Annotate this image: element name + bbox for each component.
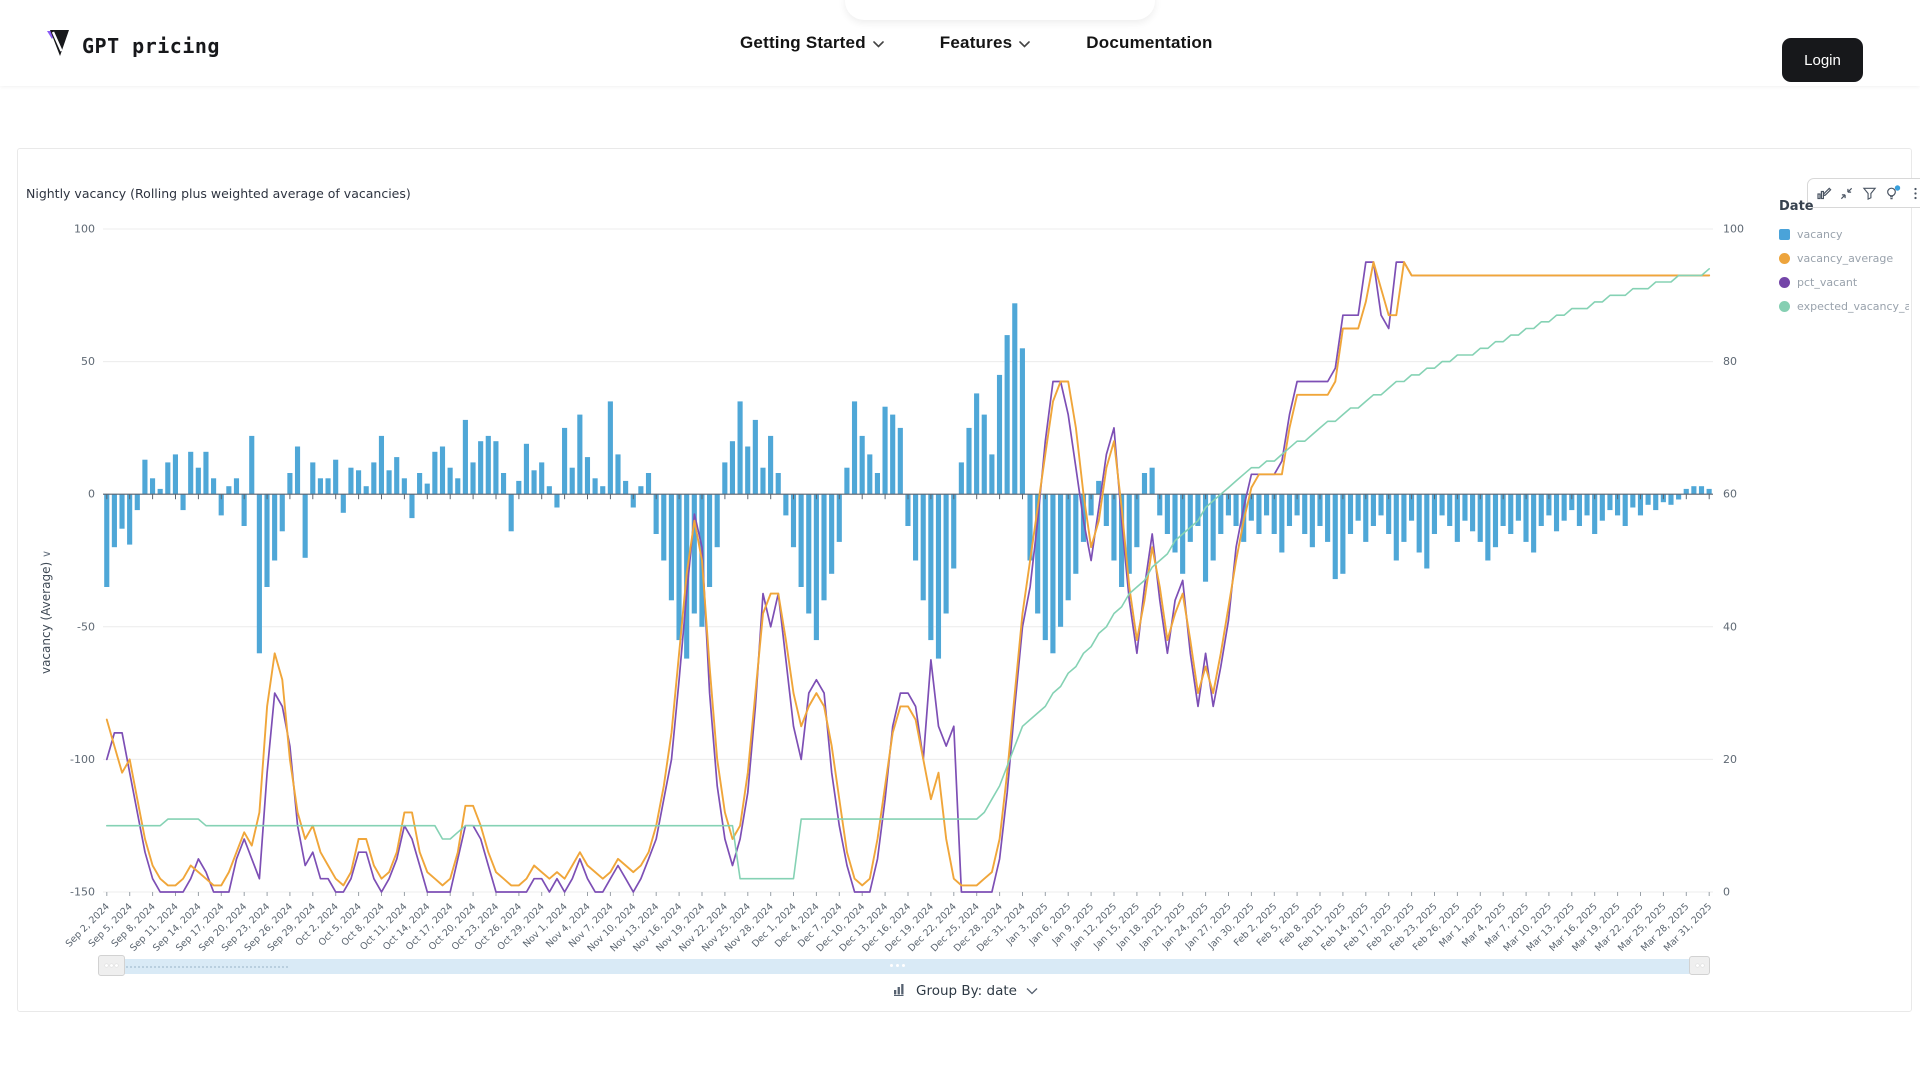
- svg-text:20: 20: [1723, 753, 1737, 766]
- vacancy-chart[interactable]: 100 50 0 -50 -100 -150 100 80 60 40 20 0 Sep 2, 2024…: [18, 149, 1913, 1013]
- axis-ticks: [107, 494, 1709, 499]
- nav-label: Getting Started: [740, 33, 866, 53]
- svg-text:40: 40: [1723, 620, 1737, 633]
- chevron-down-icon: [873, 33, 884, 53]
- chart-card: Nightly vacancy (Rolling plus weighted a…: [17, 148, 1912, 1012]
- svg-text:100: 100: [1723, 223, 1744, 236]
- nav-documentation[interactable]: Documentation: [1086, 33, 1212, 53]
- svg-text:0: 0: [1723, 886, 1730, 899]
- bottom-ticks: [107, 892, 1709, 896]
- group-by-control[interactable]: Group By: date: [18, 977, 1913, 1005]
- svg-text:0: 0: [88, 488, 95, 501]
- app-header: GPT pricing Getting Started Features Doc…: [0, 0, 1920, 86]
- svg-text:100: 100: [74, 223, 95, 236]
- page: GPT pricing Getting Started Features Doc…: [0, 0, 1920, 1080]
- group-by-label: Group By: date: [916, 983, 1017, 999]
- svg-text:50: 50: [81, 355, 95, 368]
- nav-label: Documentation: [1086, 33, 1212, 53]
- svg-text:60: 60: [1723, 488, 1737, 501]
- group-by-chart-icon: [893, 982, 907, 1001]
- logo[interactable]: GPT pricing: [46, 28, 220, 63]
- chevron-down-icon: [1019, 33, 1030, 53]
- svg-text:-150: -150: [70, 886, 95, 899]
- login-button[interactable]: Login: [1782, 38, 1863, 82]
- pct_vacant-line: [107, 262, 1709, 892]
- scrollbar-dots: [118, 966, 288, 968]
- logo-bolt-icon: [46, 28, 72, 63]
- nav-label: Features: [940, 33, 1012, 53]
- svg-text:80: 80: [1723, 355, 1737, 368]
- logo-text: GPT pricing: [82, 34, 220, 58]
- main-nav: Getting Started Features Documentation: [740, 0, 1213, 86]
- nav-getting-started[interactable]: Getting Started: [740, 33, 884, 53]
- gridlines: [103, 229, 1713, 892]
- right-axis-labels: 100 80 60 40 20 0: [1723, 223, 1744, 899]
- scrollbar-right-handle[interactable]: [1689, 956, 1710, 975]
- date-labels: Sep 2, 2024Sep 5, 2024Sep 8, 2024Sep 11,…: [64, 901, 1715, 954]
- left-axis-labels: 100 50 0 -50 -100 -150: [70, 223, 95, 899]
- svg-text:-100: -100: [70, 753, 95, 766]
- scrollbar-left-handle[interactable]: [98, 955, 125, 976]
- vacancy-bars: [104, 303, 1712, 658]
- chevron-down-icon: [1026, 982, 1038, 1000]
- expected_vacancy_average-line: [107, 269, 1709, 879]
- svg-text:-50: -50: [77, 620, 95, 633]
- scrollbar-mid-grip[interactable]: [890, 964, 905, 967]
- nav-features[interactable]: Features: [940, 33, 1030, 53]
